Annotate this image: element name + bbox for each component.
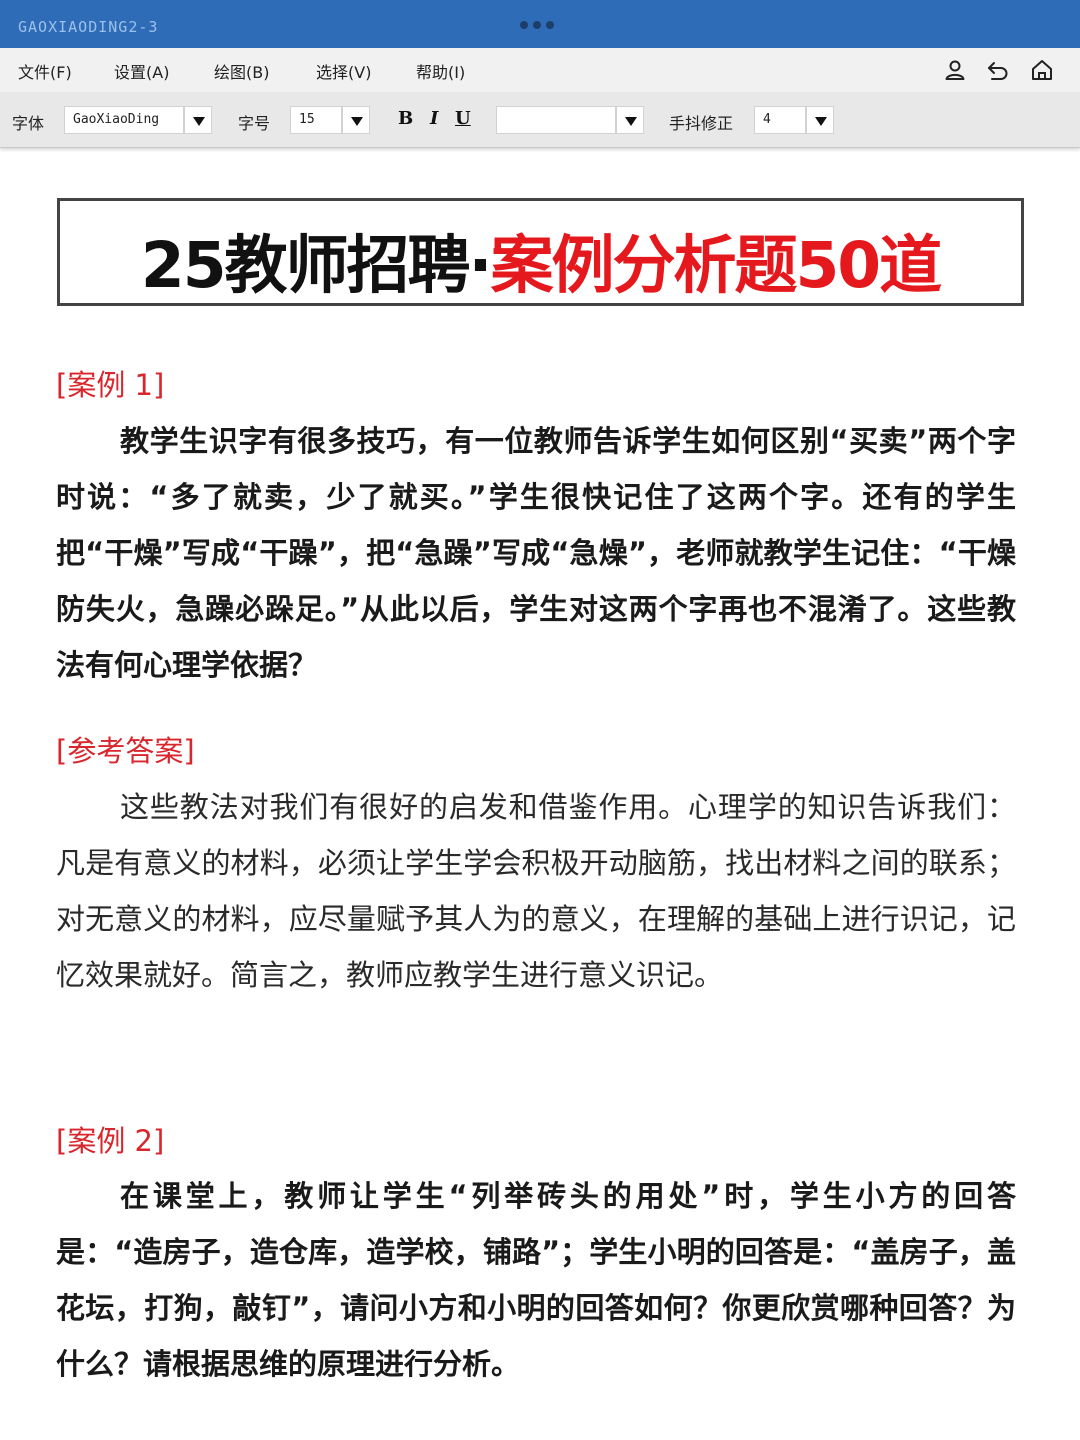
document-title-box: 25教师招聘·案例分析题50道 [57,198,1024,306]
menu-select[interactable]: 选择(V) [316,59,371,83]
shake-correction-select[interactable]: 4 [754,106,806,134]
home-icon[interactable] [1030,58,1054,82]
menu-settings[interactable]: 设置(A) [114,59,169,83]
style-select[interactable] [496,106,616,134]
font-select[interactable]: GaoXiaoDing [64,106,184,134]
bold-button[interactable]: B [398,108,413,129]
menu-bar: 文件(F) 设置(A) 绘图(B) 选择(V) 帮助(I) [0,48,1080,92]
answer-1-text: 这些教法对我们有很好的启发和借鉴作用。心理学的知识告诉我们：凡是有意义的材料，必… [56,790,1016,992]
undo-icon[interactable] [986,58,1010,82]
font-label: 字体 [12,114,45,133]
style-dropdown-icon[interactable] [616,106,644,134]
case-2-question: 在课堂上，教师让学生“列举砖头的用处”时，学生小方的回答是：“造房子，造仓库，造… [56,1179,1016,1381]
window-options-dots[interactable] [520,21,554,29]
user-icon[interactable] [943,58,967,82]
format-toolbar: 字体 GaoXiaoDing 字号 15 B I U 手抖修正 4 [0,92,1080,148]
case-1-question: 教学生识字有很多技巧，有一位教师告诉学生如何区别“买卖”两个字时说：“多了就卖，… [56,424,1016,682]
title-bar: GAOXIAODING2-3 [0,0,1080,48]
italic-button[interactable]: I [430,108,438,129]
title-black-part: 25教师招聘· [140,229,493,302]
document-title: 25教师招聘·案例分析题50道 [60,215,1021,306]
answer-1-tag: [参考答案] [56,734,195,768]
title-red-part: 案例分析题50道 [490,229,942,302]
shake-dropdown-icon[interactable] [806,106,834,134]
size-dropdown-icon[interactable] [342,106,370,134]
underline-button[interactable]: U [455,108,471,129]
case-1-tag: [案例 1] [56,368,165,402]
menu-draw[interactable]: 绘图(B) [214,59,269,83]
menu-help[interactable]: 帮助(I) [416,59,465,83]
app-name: GAOXIAODING2-3 [18,18,159,36]
font-dropdown-icon[interactable] [184,106,212,134]
size-select[interactable]: 15 [290,106,342,134]
size-label: 字号 [238,114,271,133]
case-2-tag: [案例 2] [56,1124,165,1158]
shake-correction-label: 手抖修正 [669,114,734,133]
menu-file[interactable]: 文件(F) [18,59,72,83]
